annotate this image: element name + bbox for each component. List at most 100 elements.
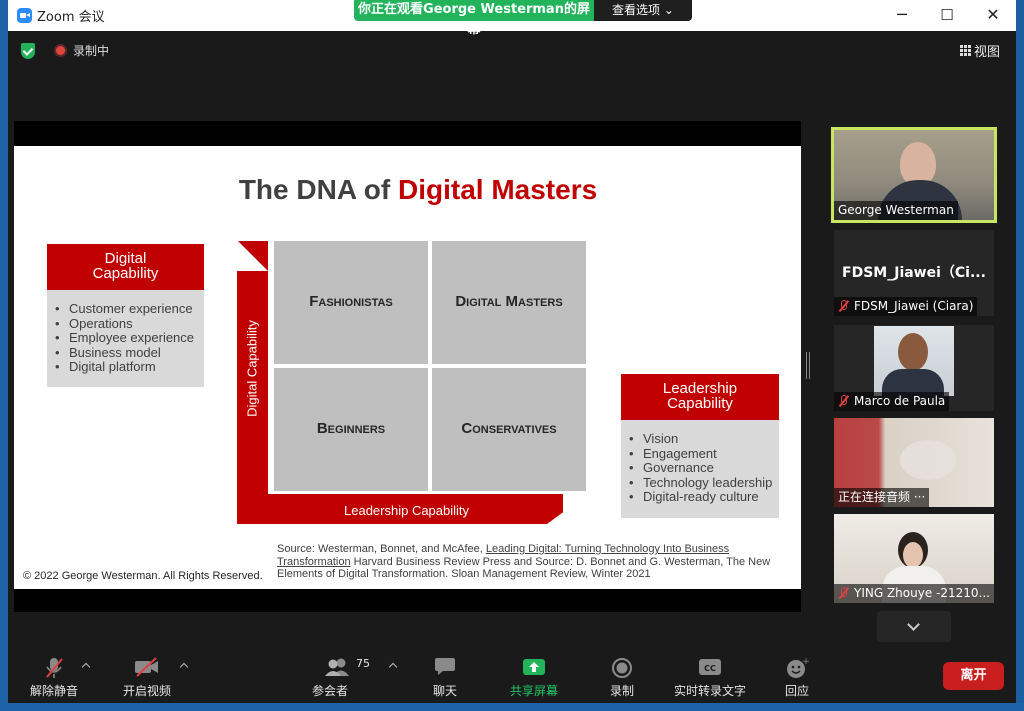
- meeting-top-bar: 录制中 视图: [8, 31, 1016, 71]
- source-suffix: Harvard Business Review Press and Source…: [277, 555, 771, 581]
- digital-capability-list: Customer experience Operations Employee …: [47, 290, 204, 387]
- video-off-icon: [135, 657, 158, 677]
- participants-icon: [325, 658, 349, 676]
- unmute-label: 解除静音: [29, 684, 78, 698]
- view-grid-icon: [960, 45, 971, 56]
- quadrant-label: Beginners: [316, 420, 386, 437]
- list-item: Business model: [55, 345, 196, 361]
- participants-options-caret-icon[interactable]: [388, 662, 398, 672]
- recording-icon: [54, 44, 67, 57]
- view-label: 视图: [974, 45, 1001, 60]
- live-transcript-label: 实时转录文字: [673, 684, 746, 698]
- quadrant-beginners: Beginners: [274, 368, 428, 491]
- participants-button[interactable]: 75 参会者: [312, 648, 370, 703]
- participant-head: [898, 333, 928, 371]
- mic-muted-icon: [46, 658, 63, 678]
- chat-button[interactable]: 聊天: [422, 648, 468, 703]
- viewing-share-banner: 你正在观看George Westerman的屏幕: [354, 0, 594, 37]
- participant-name: YING Zhouye -21210...: [854, 586, 990, 600]
- window-title: Zoom 会议: [37, 10, 105, 25]
- participant-name: 正在连接音频 ···: [834, 488, 930, 507]
- participant-name: FDSM_Jiawei (Ciara): [854, 299, 974, 313]
- desktop-strip-bottom: [0, 703, 1024, 711]
- meeting-toolbar: 解除静音 开启视频 75 参会者 聊天 共享屏幕 录制 CC 实时转录文字 + …: [8, 648, 1016, 703]
- video-options-caret-icon[interactable]: [179, 662, 189, 672]
- desktop-strip: [0, 0, 8, 711]
- video-tile-marco-de-paula[interactable]: Marco de Paula: [834, 325, 994, 411]
- quadrant-label: Digital Masters: [455, 293, 563, 310]
- presentation-slide: The DNA of Digital Masters Digital Capab…: [14, 146, 801, 589]
- participants-label: 参会者: [311, 684, 348, 698]
- share-screen-button[interactable]: 共享屏幕: [504, 648, 564, 703]
- video-tile-ying-zhouye[interactable]: YING Zhouye -21210...: [834, 514, 994, 603]
- title-bar: Zoom 会议 你正在观看George Westerman的屏幕 查看选项 ⌄ …: [8, 0, 1016, 37]
- list-item: Engagement: [629, 446, 773, 462]
- quadrant-conservatives: Conservatives: [432, 368, 586, 491]
- closed-caption-icon: CC: [699, 659, 721, 675]
- view-options-label: 查看选项: [612, 3, 661, 17]
- record-label: 录制: [609, 684, 634, 698]
- reactions-button[interactable]: + 回应: [776, 648, 818, 703]
- quadrant-label: Conservatives: [461, 420, 557, 437]
- live-transcript-button[interactable]: CC 实时转录文字: [668, 648, 752, 703]
- slide-title-plain: The DNA of: [238, 174, 398, 205]
- list-item: Employee experience: [55, 330, 196, 346]
- participant-blur: [900, 440, 956, 480]
- mic-muted-icon: [838, 395, 849, 407]
- video-tile-connecting-audio[interactable]: 正在连接音频 ···: [834, 418, 994, 507]
- reactions-label: 回应: [784, 684, 809, 698]
- list-item: Operations: [55, 316, 196, 332]
- mic-muted-icon: [838, 300, 849, 312]
- participant-name-bar: YING Zhouye -21210...: [834, 584, 994, 603]
- participant-name-bar: Marco de Paula: [834, 392, 950, 411]
- list-item: Customer experience: [55, 301, 196, 317]
- zoom-app-icon: [17, 8, 32, 23]
- share-screen-icon: [523, 659, 545, 675]
- slide-copyright: © 2022 George Westerman. All Rights Rese…: [23, 570, 263, 582]
- participant-name: George Westerman: [834, 201, 958, 220]
- svg-text:CC: CC: [704, 664, 716, 673]
- view-options-button[interactable]: 查看选项 ⌄: [594, 0, 692, 21]
- video-tile-fdsm-jiawei[interactable]: FDSM_Jiawei（Ci... FDSM_Jiawei (Ciara): [834, 230, 994, 316]
- leadership-capability-list: Vision Engagement Governance Technology …: [621, 420, 779, 518]
- record-button[interactable]: 录制: [600, 648, 644, 703]
- slide-title: The DNA of Digital Masters: [14, 174, 801, 206]
- gallery-scroll-down-button[interactable]: [877, 611, 951, 642]
- video-tile-george-westerman[interactable]: George Westerman: [831, 127, 997, 223]
- start-video-button[interactable]: 开启视频: [116, 648, 178, 703]
- slide-source-citation: Source: Westerman, Bonnet, and McAfee, L…: [277, 543, 777, 581]
- list-item: Vision: [629, 431, 773, 447]
- close-button[interactable]: ✕: [970, 0, 1016, 31]
- leadership-capability-heading: Leadership Capability: [621, 374, 779, 420]
- chevron-down-icon: ⌄: [663, 3, 674, 17]
- share-screen-label: 共享屏幕: [509, 684, 558, 698]
- digital-capability-heading: Digital Capability: [47, 244, 204, 290]
- chat-icon: [435, 658, 455, 675]
- emoji-reaction-icon: +: [787, 657, 810, 678]
- leave-meeting-button[interactable]: 离开: [943, 662, 1004, 690]
- participant-name: Marco de Paula: [854, 394, 946, 408]
- unmute-button[interactable]: 解除静音: [22, 648, 86, 703]
- participant-display-name: FDSM_Jiawei（Ci...: [842, 265, 986, 281]
- list-item: Governance: [629, 460, 773, 476]
- recording-label: 录制中: [73, 44, 110, 58]
- axis-arrow-tip: [547, 494, 588, 524]
- axis-horizontal-label: Leadership Capability: [344, 503, 470, 518]
- record-icon: [612, 658, 632, 678]
- zoom-window: Zoom 会议 你正在观看George Westerman的屏幕 查看选项 ⌄ …: [8, 0, 1016, 703]
- quadrant-fashionistas: Fashionistas: [274, 241, 428, 364]
- quadrant-digital-masters: Digital Masters: [432, 241, 586, 364]
- axis-arrow-tip: [237, 240, 268, 271]
- security-shield-icon[interactable]: [21, 43, 35, 59]
- start-video-label: 开启视频: [122, 684, 171, 698]
- shared-screen: The DNA of Digital Masters Digital Capab…: [14, 121, 801, 612]
- quadrant-label: Fashionistas: [309, 293, 393, 310]
- participant-name-bar: FDSM_Jiawei (Ciara): [834, 297, 978, 316]
- maximize-button[interactable]: ☐: [924, 0, 970, 31]
- minimize-button[interactable]: ─: [879, 0, 925, 31]
- source-prefix: Source: Westerman, Bonnet, and McAfee,: [277, 543, 486, 555]
- list-item: Digital-ready culture: [629, 489, 773, 505]
- panel-resize-handle[interactable]: [806, 352, 810, 379]
- list-item: Technology leadership: [629, 475, 773, 491]
- participant-face: [903, 542, 923, 568]
